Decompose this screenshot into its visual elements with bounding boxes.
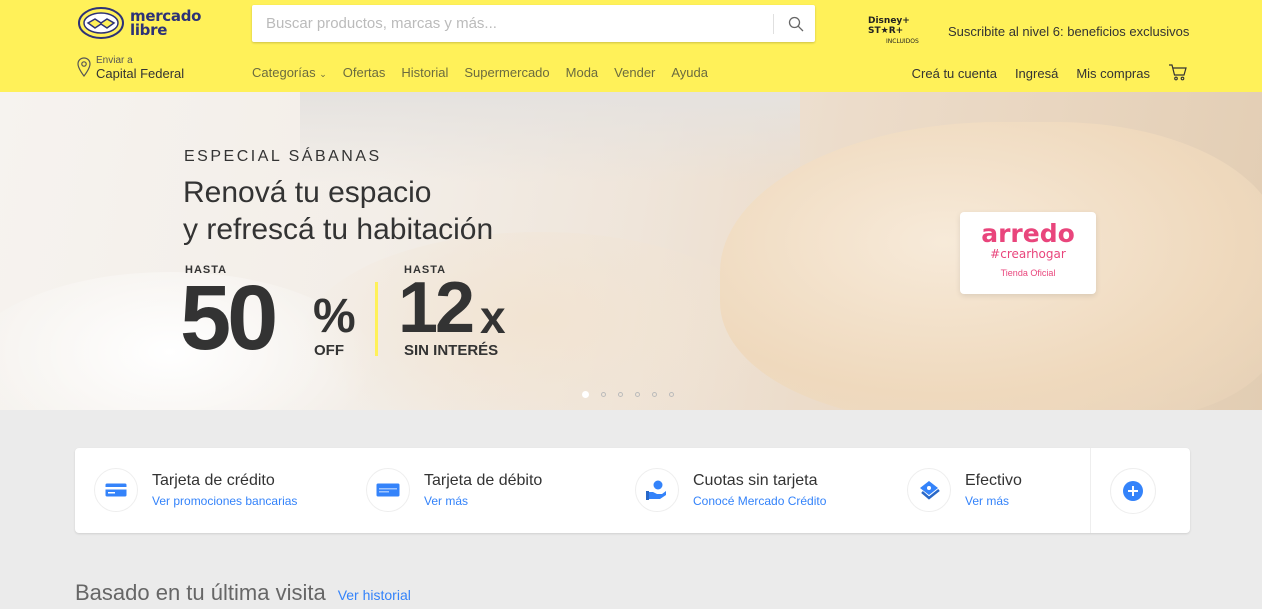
payment-credit-card[interactable]: Tarjeta de crédito Ver promociones banca… bbox=[94, 468, 297, 512]
mercadolibre-logo[interactable]: mercado libre bbox=[78, 7, 201, 39]
create-account-link[interactable]: Creá tu cuenta bbox=[912, 66, 997, 81]
payment-title: Tarjeta de crédito bbox=[152, 472, 275, 489]
main-nav: Categorías ⌄ Ofertas Historial Supermerc… bbox=[252, 65, 724, 80]
search-divider bbox=[773, 14, 774, 34]
discount-unit: % bbox=[313, 290, 356, 343]
payment-icon-circle bbox=[907, 468, 951, 512]
plus-circle-icon bbox=[1123, 481, 1143, 501]
installments-value: 12 bbox=[398, 268, 475, 348]
chevron-down-icon: ⌄ bbox=[319, 69, 327, 79]
payment-cash[interactable]: Efectivo Ver más bbox=[907, 468, 1022, 512]
carousel-dot[interactable] bbox=[601, 392, 606, 397]
nav-item-vender[interactable]: Vender bbox=[614, 65, 655, 80]
shipping-location[interactable]: Enviar a Capital Federal bbox=[77, 55, 184, 82]
location-pin-icon bbox=[77, 57, 91, 77]
carousel-dot[interactable] bbox=[652, 392, 657, 397]
location-value: Capital Federal bbox=[96, 66, 185, 81]
section-title: Basado en tu última visita bbox=[75, 580, 326, 605]
header: mercado libre Disney+ ST★R+ INCLUIDOS Su… bbox=[0, 0, 1262, 92]
banner-divider bbox=[375, 282, 378, 356]
payment-title: Tarjeta de débito bbox=[424, 472, 543, 489]
banner-bedding-center bbox=[300, 232, 780, 410]
disney-star-promo[interactable]: Disney+ ST★R+ INCLUIDOS Suscribite al ni… bbox=[868, 16, 1189, 46]
payment-icon-circle bbox=[94, 468, 138, 512]
payment-title: Efectivo bbox=[965, 472, 1022, 489]
credit-card-icon bbox=[105, 483, 127, 497]
search-icon bbox=[788, 16, 804, 31]
search-bar bbox=[252, 5, 815, 42]
cash-icon bbox=[920, 481, 940, 500]
official-store-caption: Tienda Oficial bbox=[1000, 268, 1056, 278]
nav-item-ofertas[interactable]: Ofertas bbox=[343, 65, 386, 80]
carousel-dot[interactable] bbox=[635, 392, 640, 397]
payment-link[interactable]: Ver promociones bancarias bbox=[152, 492, 297, 510]
my-purchases-link[interactable]: Mis compras bbox=[1076, 66, 1150, 81]
nav-item-moda[interactable]: Moda bbox=[566, 65, 599, 80]
carousel-dots bbox=[582, 391, 686, 398]
discount-suffix: OFF bbox=[314, 342, 344, 359]
hero-banner[interactable]: ESPECIAL SÁBANAS Renová tu espacio y ref… bbox=[0, 92, 1262, 410]
nav-item-historial[interactable]: Historial bbox=[401, 65, 448, 80]
hand-coin-icon bbox=[646, 480, 666, 500]
payment-methods-card: Tarjeta de crédito Ver promociones banca… bbox=[75, 448, 1190, 533]
payment-installments-no-card[interactable]: Cuotas sin tarjeta Conocé Mercado Crédit… bbox=[635, 468, 826, 512]
search-button[interactable] bbox=[777, 5, 815, 42]
banner-eyebrow: ESPECIAL SÁBANAS bbox=[184, 148, 382, 165]
payment-link[interactable]: Conocé Mercado Crédito bbox=[693, 492, 826, 510]
installments-suffix: SIN INTERÉS bbox=[404, 342, 499, 359]
discount-value: 50 bbox=[180, 267, 278, 369]
handshake-logo-icon bbox=[78, 7, 124, 39]
recent-visit-section: Basado en tu última visita Ver historial bbox=[75, 580, 411, 606]
search-input[interactable] bbox=[252, 5, 762, 42]
payment-link[interactable]: Ver más bbox=[424, 492, 542, 510]
disney-star-logo: Disney+ ST★R+ INCLUIDOS bbox=[868, 16, 919, 46]
banner-background-wall bbox=[300, 92, 800, 182]
cart-button[interactable] bbox=[1168, 63, 1188, 84]
carousel-dot[interactable] bbox=[669, 392, 674, 397]
login-link[interactable]: Ingresá bbox=[1015, 66, 1058, 81]
payment-icon-circle bbox=[635, 468, 679, 512]
carousel-dot[interactable] bbox=[582, 391, 589, 398]
payment-title: Cuotas sin tarjeta bbox=[693, 472, 818, 489]
cart-icon bbox=[1169, 64, 1187, 81]
location-label: Enviar a bbox=[96, 55, 133, 66]
promo-text: Suscribite al nivel 6: beneficios exclus… bbox=[948, 23, 1190, 39]
installments-unit: x bbox=[480, 291, 506, 343]
payment-link[interactable]: Ver más bbox=[965, 492, 1022, 510]
logo-text: mercado libre bbox=[130, 7, 202, 39]
banner-title: Renová tu espacio y refrescá tu habitaci… bbox=[183, 176, 494, 246]
account-nav: Creá tu cuenta Ingresá Mis compras bbox=[894, 63, 1188, 84]
arredo-logo: arredo bbox=[981, 219, 1075, 248]
view-history-link[interactable]: Ver historial bbox=[338, 587, 411, 603]
more-payment-methods-button[interactable] bbox=[1110, 468, 1156, 514]
payment-icon-circle bbox=[366, 468, 410, 512]
arredo-tagline: #crearhogar bbox=[990, 247, 1066, 261]
payment-debit-card[interactable]: Tarjeta de débito Ver más bbox=[366, 468, 542, 512]
debit-card-icon bbox=[376, 483, 400, 497]
nav-item-supermercado[interactable]: Supermercado bbox=[464, 65, 549, 80]
carousel-dot[interactable] bbox=[618, 392, 623, 397]
nav-item-categorias[interactable]: Categorías ⌄ bbox=[252, 65, 327, 80]
nav-item-ayuda[interactable]: Ayuda bbox=[671, 65, 708, 80]
payment-divider bbox=[1090, 448, 1091, 533]
arredo-store-badge[interactable]: arredo #crearhogar Tienda Oficial bbox=[960, 212, 1096, 294]
